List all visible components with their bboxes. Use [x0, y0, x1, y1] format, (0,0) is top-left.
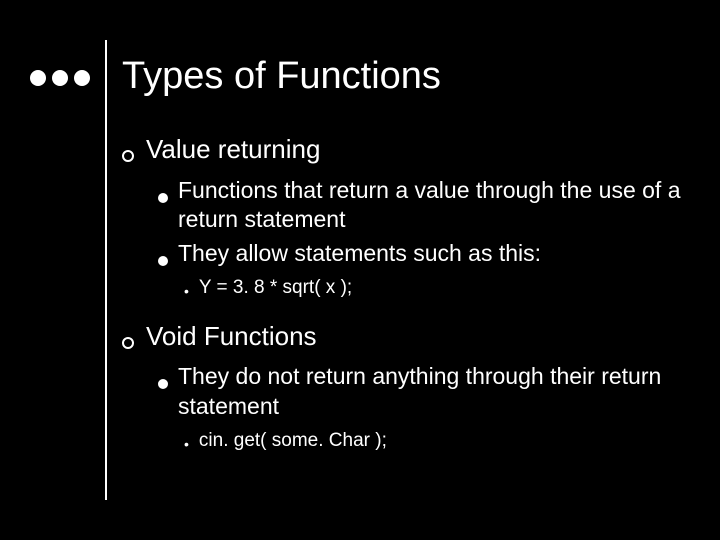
outline-level-1: Value returning Functions that return a … [122, 133, 692, 455]
list-item: They do not return anything through thei… [158, 362, 692, 422]
dot-icon [74, 70, 90, 86]
dot-icon [30, 70, 46, 86]
section-heading: Void Functions [146, 320, 317, 353]
filled-circle-icon [158, 379, 168, 389]
section-heading-row: Value returning [122, 133, 692, 166]
outline-level-3: • cin. get( some. Char ); [122, 428, 692, 455]
section-value-returning: Value returning Functions that return a … [122, 133, 692, 302]
list-item: • cin. get( some. Char ); [184, 428, 692, 455]
list-item: Functions that return a value through th… [158, 176, 692, 236]
section-heading: Value returning [146, 133, 320, 166]
slide-title: Types of Functions [122, 55, 692, 98]
hollow-circle-icon [122, 337, 134, 349]
code-example: cin. get( some. Char ); [199, 428, 387, 455]
bullet-text: They do not return anything through thei… [178, 362, 692, 422]
hollow-circle-icon [122, 150, 134, 162]
outline-level-2: They do not return anything through thei… [122, 362, 692, 422]
square-dot-icon: • [184, 437, 189, 451]
section-heading-row: Void Functions [122, 320, 692, 353]
outline-level-3: • Y = 3. 8 * sqrt( x ); [122, 275, 692, 302]
section-void-functions: Void Functions They do not return anythi… [122, 320, 692, 455]
bullet-text: They allow statements such as this: [178, 239, 541, 269]
square-dot-icon: • [184, 284, 189, 298]
vertical-divider [105, 40, 107, 500]
bullet-text: Functions that return a value through th… [178, 176, 692, 236]
list-item: • Y = 3. 8 * sqrt( x ); [184, 275, 692, 302]
dot-icon [52, 70, 68, 86]
code-example: Y = 3. 8 * sqrt( x ); [199, 275, 352, 302]
filled-circle-icon [158, 193, 168, 203]
slide-content: Types of Functions Value returning Funct… [122, 55, 692, 473]
decor-dots [30, 70, 90, 86]
filled-circle-icon [158, 256, 168, 266]
outline-level-2: Functions that return a value through th… [122, 176, 692, 270]
list-item: They allow statements such as this: [158, 239, 692, 269]
